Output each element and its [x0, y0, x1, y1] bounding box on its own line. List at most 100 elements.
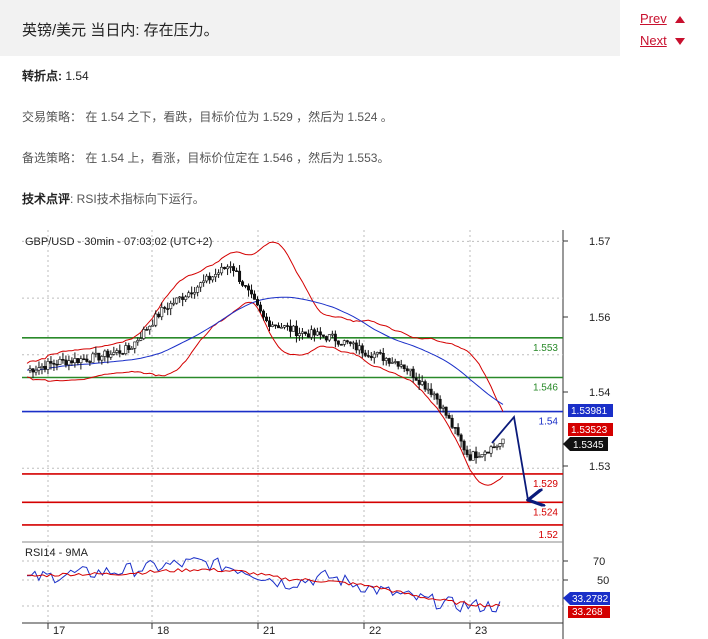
candle-body: [226, 266, 230, 270]
candle-body: [402, 364, 406, 370]
date-tick: 17: [53, 625, 65, 637]
candle-body: [121, 353, 125, 355]
comment-label: 技术点评: [22, 192, 71, 206]
candle-body: [303, 331, 307, 335]
prev-label: Prev: [640, 11, 667, 26]
candle-body: [339, 344, 343, 346]
candle-body: [435, 393, 439, 400]
candle-body: [145, 329, 149, 331]
pivot-value: 1.54: [65, 69, 89, 83]
candle-body: [441, 406, 445, 409]
candle-body: [486, 451, 490, 454]
ma-tag: 1.53981: [571, 406, 608, 417]
candle-body: [172, 302, 176, 305]
candle-body: [294, 325, 298, 337]
candle-body: [205, 275, 209, 282]
candle-body: [345, 340, 349, 343]
candle-body: [378, 352, 382, 354]
candle-body: [94, 352, 98, 355]
candle-body: [139, 338, 143, 341]
candle-body: [336, 340, 340, 345]
pivot-paragraph: 转折点: 1.54: [22, 67, 89, 84]
candle-body: [187, 292, 191, 298]
candle-body: [181, 296, 185, 300]
candle-body: [247, 285, 251, 291]
comment-paragraph: 技术点评: RSI技术指标向下运行。: [22, 190, 205, 207]
candle-body: [492, 446, 496, 449]
candle-body: [477, 456, 481, 459]
candle-body: [306, 333, 310, 338]
candle-body: [157, 313, 161, 318]
level-label: 1.529: [533, 479, 558, 490]
candle-body: [253, 293, 257, 300]
candle-body: [312, 329, 316, 336]
rsi-ticks: 70 50 33.2782 33.268: [563, 556, 610, 618]
candle-body: [130, 348, 134, 350]
candle-body: [154, 313, 158, 326]
rsi-tick: 70: [593, 556, 605, 568]
next-link[interactable]: Next: [640, 33, 685, 48]
candle-body: [166, 308, 170, 310]
candle-body: [396, 361, 400, 367]
candle-body: [318, 331, 322, 336]
price-tick: 1.57: [589, 236, 610, 248]
rsi-ma-tag: 33.268: [572, 607, 603, 618]
candle-body: [462, 440, 466, 451]
candle-body: [61, 359, 65, 361]
candle-body: [354, 342, 358, 351]
candle-body: [196, 286, 200, 293]
candle-body: [321, 334, 325, 337]
candle-body: [309, 329, 313, 338]
candle-body: [46, 361, 50, 370]
candle-body: [267, 320, 271, 327]
candle-body: [133, 341, 137, 349]
candle-body: [151, 324, 155, 327]
candle-body: [211, 276, 215, 281]
next-label: Next: [640, 33, 667, 48]
candle-body: [106, 350, 110, 358]
candle-body: [495, 446, 499, 448]
candle-body: [366, 355, 370, 357]
forecast-arrow-icon: [491, 414, 528, 500]
candle-body: [408, 368, 412, 372]
candle-body: [327, 334, 331, 341]
date-tick: 18: [157, 625, 169, 637]
candle-body: [58, 359, 62, 365]
candle-body: [169, 303, 173, 309]
candle-body: [229, 266, 233, 268]
prev-link[interactable]: Prev: [640, 11, 685, 26]
candle-body: [393, 361, 397, 363]
candle-body: [369, 355, 373, 359]
candle-body: [423, 381, 427, 390]
candle-body: [49, 361, 53, 364]
candle-body: [270, 324, 274, 327]
candle-body: [417, 379, 421, 385]
candle-body: [420, 381, 424, 385]
candle-body: [264, 316, 268, 322]
candle-body: [279, 326, 283, 329]
strategy-label: 交易策略：: [22, 110, 83, 124]
candle-body: [220, 266, 224, 274]
candle-body: [115, 350, 119, 353]
candle-body: [372, 353, 376, 359]
candle-body: [444, 406, 448, 416]
candle-body: [405, 368, 409, 372]
candle-body: [384, 358, 388, 361]
candle-body: [468, 454, 472, 461]
date-tick: 21: [263, 625, 275, 637]
candle-body: [175, 297, 179, 304]
level-label: 1.524: [533, 507, 558, 518]
candle-body: [432, 393, 436, 396]
candle-body: [43, 366, 47, 370]
candle-body: [447, 415, 451, 419]
candle-body: [238, 270, 242, 282]
candle-body: [97, 352, 101, 361]
candle-body: [214, 274, 218, 278]
upper-band-tag: 1.53523: [571, 425, 608, 436]
candle-body: [489, 446, 493, 454]
candle-body: [501, 438, 505, 444]
candle-body: [438, 398, 442, 409]
level-label: 1.54: [539, 417, 559, 428]
candle-body: [357, 345, 361, 351]
candle-body: [67, 360, 71, 366]
